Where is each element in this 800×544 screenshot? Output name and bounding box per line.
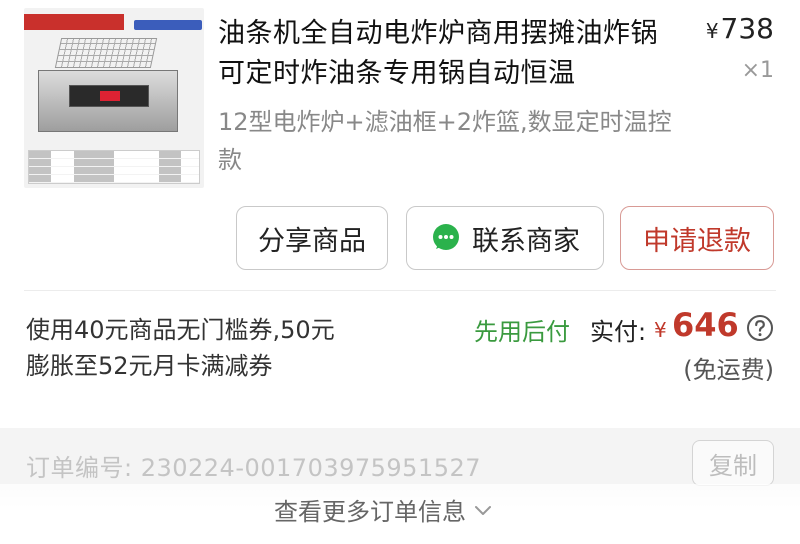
thumbnail-banner [24, 14, 124, 30]
product-price: ¥738 [706, 12, 774, 45]
copy-order-number-button[interactable]: 复制 [692, 440, 774, 486]
product-quantity: ×1 [741, 58, 774, 83]
fry-basket-graphic [54, 38, 158, 68]
coupon-description: 使用40元商品无门槛券,50元膨胀至52元月卡满减券 [26, 316, 335, 380]
paid-amount: 646 [672, 306, 739, 344]
contact-merchant-button[interactable]: 联系商家 [406, 206, 604, 270]
pay-later-badge[interactable]: 先用后付 [474, 312, 570, 347]
help-question-icon[interactable] [746, 314, 774, 342]
product-variant: 12型电炸炉+滤油框+2炸篮,数显定时温控款 [218, 108, 672, 174]
view-more-order-info-button[interactable]: 查看更多订单信息 [274, 492, 494, 527]
price-currency: ¥ [705, 19, 719, 43]
order-product-card: 油条机全自动电炸炉商用摆摊油炸锅可定时炸油条专用锅自动恒温 ¥738 ×1 12… [0, 0, 800, 428]
section-divider [24, 290, 776, 291]
paid-label: 实付: [590, 318, 647, 346]
fryer-display [100, 91, 120, 101]
paid-currency: ¥ [654, 318, 667, 342]
product-thumbnail[interactable] [24, 8, 204, 188]
product-title[interactable]: 油条机全自动电炸炉商用摆摊油炸锅可定时炸油条专用锅自动恒温 [218, 14, 678, 94]
fryer-control-panel [69, 85, 149, 107]
copy-label: 复制 [709, 451, 757, 480]
apply-refund-button[interactable]: 申请退款 [620, 206, 774, 270]
chevron-down-icon [475, 505, 491, 515]
share-product-label: 分享商品 [258, 225, 366, 257]
share-product-button[interactable]: 分享商品 [236, 206, 388, 270]
order-number: 订单编号: 230224-001703975951527 [26, 454, 482, 482]
thumbnail-tag [134, 20, 202, 30]
price-value: 738 [720, 12, 774, 45]
fryer-graphic [38, 70, 178, 132]
shipping-note: (免运费) [683, 356, 774, 384]
spec-table-graphic [28, 150, 200, 184]
contact-merchant-label: 联系商家 [472, 225, 580, 257]
view-more-label: 查看更多订单信息 [274, 498, 466, 526]
chat-bubble-icon [433, 224, 459, 250]
apply-refund-label: 申请退款 [643, 225, 751, 257]
